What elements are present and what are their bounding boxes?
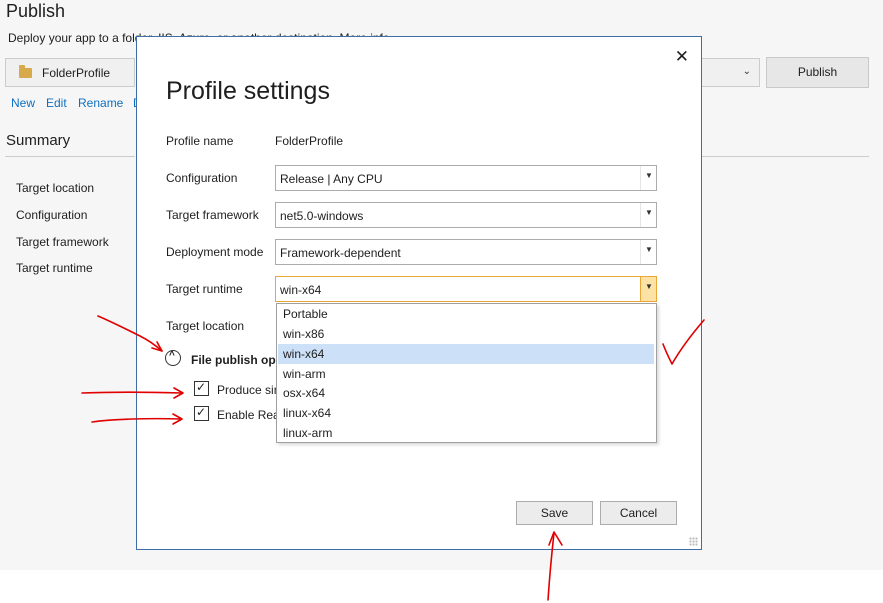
annotation-arrow-single-file — [81, 391, 183, 394]
annotation-arrow-expander — [97, 315, 163, 352]
red-annotations — [81, 315, 705, 601]
annotation-arrow-ready-to-run — [91, 417, 182, 423]
annotation-checkmark — [662, 319, 705, 365]
